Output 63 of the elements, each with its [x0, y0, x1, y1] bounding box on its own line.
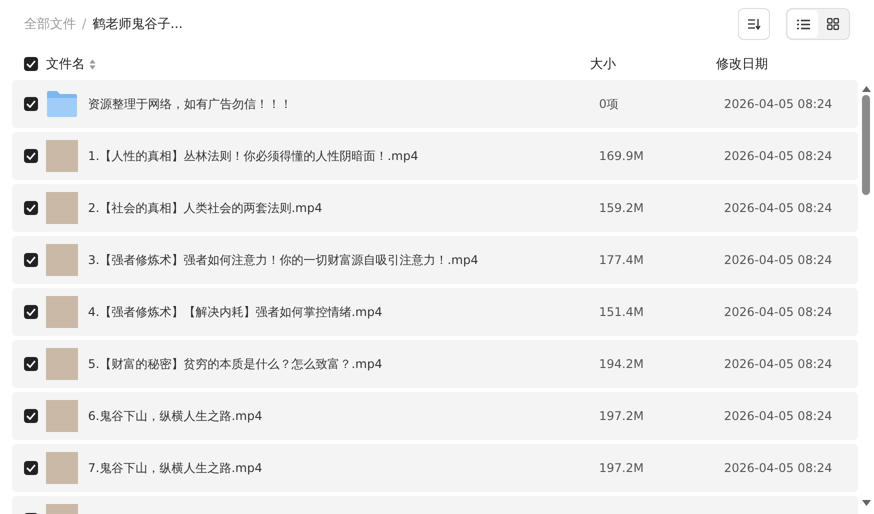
video-thumbnail: [46, 296, 78, 328]
file-size: 177.4M: [599, 253, 645, 267]
file-name[interactable]: 5.【财富的秘密】贫穷的本质是什么？怎么致富？.mp4: [88, 356, 599, 372]
row-checkbox[interactable]: [24, 253, 38, 267]
modified-date: 2026-04-05 08:24: [724, 409, 832, 423]
sort-arrows-icon[interactable]: [89, 58, 96, 70]
row-checkbox[interactable]: [24, 357, 38, 371]
video-thumbnail: [46, 192, 78, 224]
modified-date: 2026-04-05 08:24: [724, 201, 832, 215]
row-checkbox[interactable]: [24, 201, 38, 215]
scroll-down-arrow-icon[interactable]: [862, 500, 870, 506]
file-name[interactable]: 1.【人性的真相】丛林法则！你必须得懂的人性阴暗面！.mp4: [88, 148, 599, 164]
file-row[interactable]: 4.【强者修炼术】【解决内耗】强者如何掌控情绪.mp4 151.4M 2026-04-05 08:24: [12, 288, 858, 336]
file-row[interactable]: 3.【强者修炼术】强者如何注意力！你的一切财富源自吸引注意力！.mp4 177.4M 2026-04-05 08:24: [12, 236, 858, 284]
list-icon: [796, 18, 810, 30]
column-header[interactable]: 文件名: [46, 55, 85, 73]
file-row[interactable]: 7.鬼谷下山，纵横人生之路.mp4 197.2M 2026-04-05 08:24: [12, 444, 858, 492]
file-row[interactable]: 资源整理于网络，如有广告勿信！！！ 0项 2026-04-05 08:24: [12, 80, 858, 128]
file-size: 159.2M: [599, 201, 645, 215]
scroll-up-arrow-icon[interactable]: [862, 86, 870, 92]
select-all-checkbox[interactable]: [24, 57, 38, 71]
modified-date: 2026-04-05 08:24: [724, 253, 832, 267]
row-checkbox[interactable]: [24, 305, 38, 319]
column-header[interactable]: 大小: [590, 55, 716, 73]
modified-date: 2026-04-05 08:24: [724, 461, 832, 475]
file-name[interactable]: 6.鬼谷下山，纵横人生之路.mp4: [88, 408, 599, 424]
video-thumbnail: [46, 348, 78, 380]
sort-icon: [747, 18, 761, 30]
file-name[interactable]: 4.【强者修炼术】【解决内耗】强者如何掌控情绪.mp4: [88, 304, 599, 320]
file-size: 194.2M: [599, 357, 645, 371]
file-name[interactable]: 7.鬼谷下山，纵横人生之路.mp4: [88, 460, 599, 476]
file-size: 0项: [599, 96, 620, 112]
file-row[interactable]: 1.【人性的真相】丛林法则！你必须得懂的人性阴暗面！.mp4 169.9M 2026-04-05 08:24: [12, 132, 858, 180]
file-name[interactable]: 3.【强者修炼术】强者如何注意力！你的一切财富源自吸引注意力！.mp4: [88, 252, 599, 268]
file-size: 197.2M: [599, 409, 645, 423]
folder-icon: [46, 88, 78, 120]
file-name[interactable]: 2.【社会的真相】人类社会的两套法则.mp4: [88, 200, 599, 216]
column-header[interactable]: 修改日期: [716, 55, 768, 73]
file-size: 197.2M: [599, 461, 645, 475]
file-size: 169.9M: [599, 149, 645, 163]
file-row[interactable]: 6.鬼谷下山，纵横人生之路.mp4 197.2M 2026-04-05 08:24: [12, 392, 858, 440]
file-name[interactable]: 资源整理于网络，如有广告勿信！！！: [88, 96, 599, 112]
video-thumbnail: [46, 140, 78, 172]
video-thumbnail: [46, 452, 78, 484]
file-size: 151.4M: [599, 305, 645, 319]
modified-date: 2026-04-05 08:24: [724, 149, 832, 163]
modified-date: 2026-04-05 08:24: [724, 97, 832, 111]
row-checkbox[interactable]: [24, 149, 38, 163]
row-checkbox[interactable]: [24, 461, 38, 475]
row-checkbox[interactable]: [24, 409, 38, 423]
modified-date: 2026-04-05 08:24: [724, 305, 832, 319]
sort-button[interactable]: [738, 8, 770, 40]
scrollbar-thumb[interactable]: [862, 95, 870, 195]
list-view-button[interactable]: [788, 10, 818, 38]
row-checkbox[interactable]: [24, 97, 38, 111]
video-thumbnail: [46, 244, 78, 276]
video-thumbnail: [46, 400, 78, 432]
file-row[interactable]: 5.【财富的秘密】贫穷的本质是什么？怎么致富？.mp4 194.2M 2026-04-05 08:24: [12, 340, 858, 388]
breadcrumb-separator: /: [82, 16, 86, 32]
grid-icon: [827, 18, 839, 30]
breadcrumb-item[interactable]: 鹤老师鬼谷子...: [92, 15, 183, 33]
file-row[interactable]: 2.【社会的真相】人类社会的两套法则.mp4 159.2M 2026-04-05 08:24: [12, 184, 858, 232]
modified-date: 2026-04-05 08:24: [724, 357, 832, 371]
